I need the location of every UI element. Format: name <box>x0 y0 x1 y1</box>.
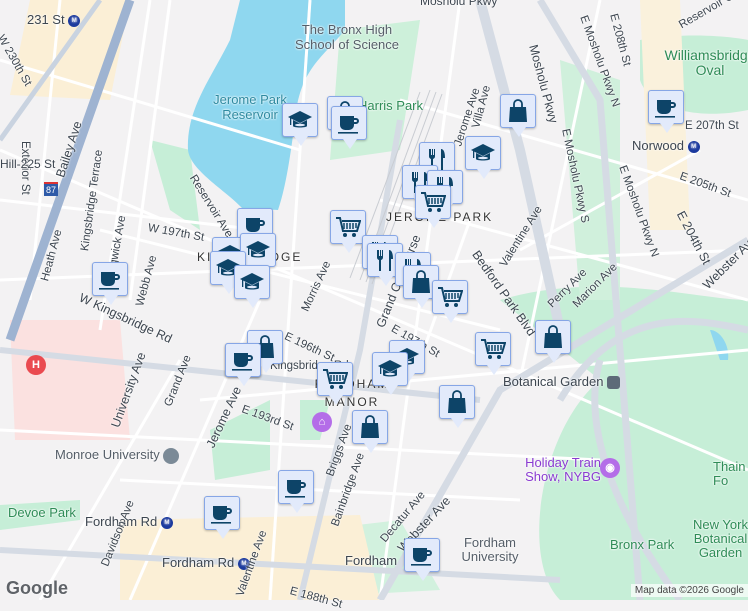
school-marker[interactable] <box>282 103 318 146</box>
shopping-marker[interactable] <box>352 410 388 453</box>
poi-monroe-university[interactable]: Monroe University <box>55 447 180 464</box>
station-label-botanical-garden[interactable]: Botanical Garden <box>503 374 621 390</box>
cafe-marker[interactable] <box>225 343 261 386</box>
station-label: Fordham <box>345 553 398 568</box>
school-icon <box>377 356 403 382</box>
cafe-icon <box>97 266 123 292</box>
grocery-marker[interactable] <box>330 210 366 253</box>
cafe-marker[interactable] <box>648 90 684 133</box>
cafe-icon <box>409 542 435 568</box>
shopping-icon <box>357 414 383 440</box>
poi-bronx-science[interactable]: The Bronx High School of Science <box>282 22 412 52</box>
grocery-icon <box>335 214 361 240</box>
shopping-marker[interactable] <box>439 385 475 428</box>
park-label: New York Botanical Garden <box>693 517 748 560</box>
train-icon <box>607 376 621 390</box>
grocery-icon <box>420 189 446 215</box>
shopping-marker[interactable] <box>535 320 571 363</box>
cafe-marker[interactable] <box>204 496 240 539</box>
museum-icon[interactable]: ⌂ <box>312 412 332 432</box>
grocery-marker[interactable] <box>432 280 468 323</box>
cafe-icon <box>653 94 679 120</box>
cafe-marker[interactable] <box>331 106 367 149</box>
map-attribution[interactable]: Map data ©2026 Google <box>630 584 748 597</box>
park-label: Bronx Park <box>610 537 675 552</box>
cafe-icon <box>283 474 309 500</box>
school-icon <box>239 269 265 295</box>
poi-holiday-train-show[interactable]: Holiday Train Show, NYBG <box>513 456 613 484</box>
school-icon <box>470 140 496 166</box>
street-label: E 207th St <box>685 120 739 132</box>
cafe-marker[interactable] <box>278 470 314 513</box>
cafe-icon <box>209 500 235 526</box>
park-label: Williamsbridge Oval <box>664 47 748 78</box>
grocery-icon <box>480 336 506 362</box>
shopping-marker[interactable] <box>500 94 536 137</box>
grocery-marker[interactable] <box>317 362 353 405</box>
shopping-icon <box>505 98 531 124</box>
school-poi-icon <box>163 447 180 464</box>
google-logo: Google <box>6 578 68 598</box>
grocery-marker[interactable] <box>415 185 451 228</box>
cafe-marker[interactable] <box>404 538 440 581</box>
hospital-icon[interactable]: H <box>26 355 46 375</box>
park-label: Harris Park <box>358 98 424 113</box>
cafe-icon <box>336 110 362 136</box>
cafe-icon <box>230 347 256 373</box>
station-label[interactable]: Fordham Rd M <box>162 555 250 570</box>
school-marker[interactable] <box>465 136 501 179</box>
shopping-icon <box>444 389 470 415</box>
shopping-icon <box>540 324 566 350</box>
park-label: Thain Fo <box>713 459 746 488</box>
station-label-231-st[interactable]: 231 St M <box>27 12 81 27</box>
grocery-icon <box>437 284 463 310</box>
park-label: Devoe Park <box>8 505 76 520</box>
interstate-shield: 87 <box>44 182 59 196</box>
school-marker[interactable] <box>234 265 270 308</box>
cafe-marker[interactable] <box>92 262 128 305</box>
shopping-icon <box>408 269 434 295</box>
school-icon <box>245 237 271 263</box>
camera-icon[interactable]: ◉ <box>600 458 620 478</box>
school-marker[interactable] <box>372 352 408 395</box>
street-label: Mosholu Pkwy <box>420 0 498 8</box>
poi-fordham-university[interactable]: Fordham University <box>455 536 525 564</box>
station-label-norwood[interactable]: Norwood M <box>632 138 700 153</box>
grocery-icon <box>322 366 348 392</box>
school-icon <box>287 107 313 133</box>
station-label: Hill-225 St <box>0 157 56 171</box>
grocery-marker[interactable] <box>475 332 511 375</box>
